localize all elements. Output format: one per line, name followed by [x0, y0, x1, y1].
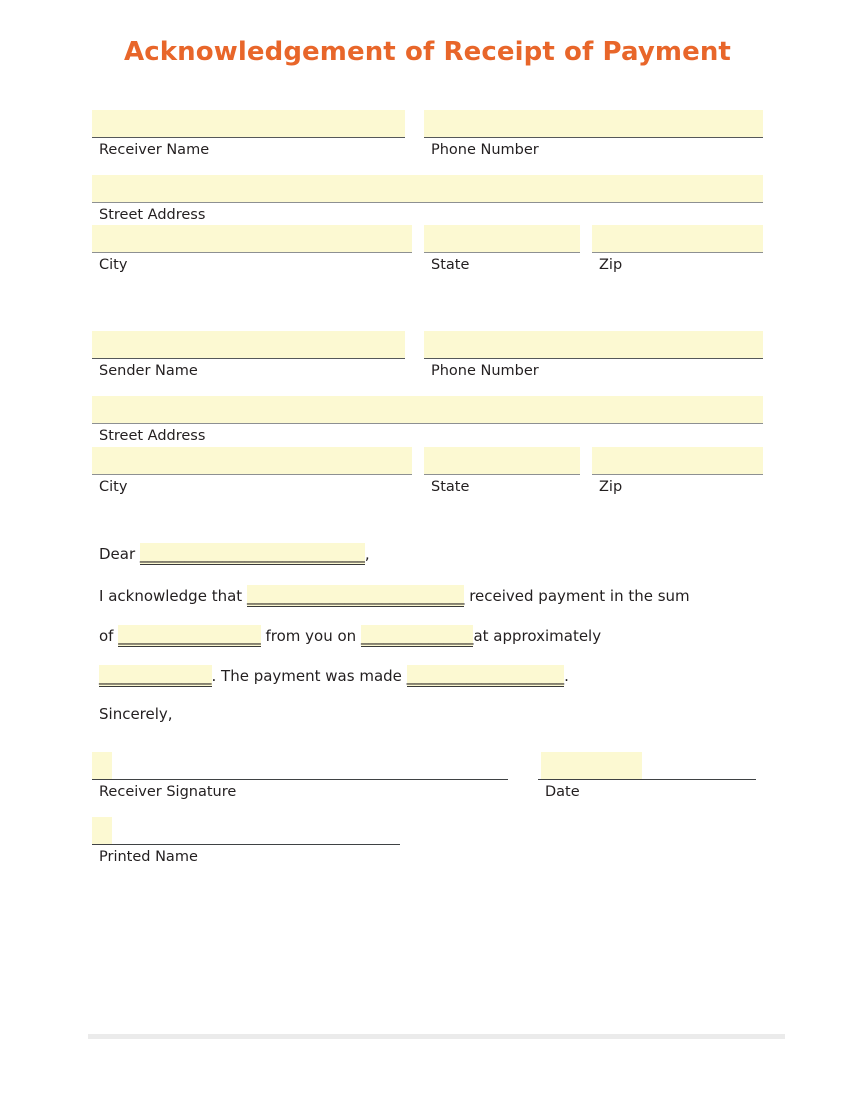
receiver-signature-label: Receiver Signature: [99, 784, 237, 800]
sender-state-label: State: [431, 479, 470, 495]
method-mid: . The payment was made: [211, 667, 407, 685]
receiver-phone-input[interactable]: [424, 110, 763, 137]
sender-zip-input[interactable]: [592, 447, 763, 474]
acknowledge-prefix: I acknowledge that: [99, 587, 247, 605]
acknowledge-suffix: received payment in the sum: [464, 587, 690, 605]
sender-city-rule: [92, 474, 412, 475]
body-line-method: _______________. The payment was made __…: [99, 665, 569, 687]
body-line-salutation: Dear ______________________________,: [99, 543, 370, 565]
receiver-zip-label: Zip: [599, 257, 623, 273]
acknowledge-party-blank-input[interactable]: _____________________________: [246, 585, 465, 607]
receiver-street-label: Street Address: [99, 207, 206, 223]
printed-name-rule: [92, 844, 400, 845]
receiver-signature-rule: [92, 779, 508, 780]
salutation-blank-input[interactable]: ______________________________: [139, 543, 365, 565]
printed-name-input[interactable]: [92, 817, 112, 844]
receiver-city-rule: [92, 252, 412, 253]
page-title: Acknowledgement of Receipt of Payment: [124, 37, 731, 67]
receiver-city-label: City: [99, 257, 128, 273]
sender-state-rule: [424, 474, 580, 475]
body-line-amount: of ___________________ from you on _____…: [99, 625, 602, 647]
amount-mid: from you on: [260, 627, 361, 645]
printed-name-label: Printed Name: [99, 849, 198, 865]
receiver-state-label: State: [431, 257, 470, 273]
receiver-street-input[interactable]: [92, 175, 763, 202]
footer-divider: [88, 1034, 785, 1039]
method-suffix: .: [564, 667, 569, 685]
sender-city-label: City: [99, 479, 128, 495]
receiver-phone-label: Phone Number: [431, 142, 539, 158]
sender-phone-rule: [424, 358, 763, 359]
body-line-acknowledge: I acknowledge that _____________________…: [99, 585, 690, 607]
receiver-signature-input[interactable]: [92, 752, 112, 779]
receiver-street-rule: [92, 202, 763, 203]
receiver-name-label: Receiver Name: [99, 142, 210, 158]
receiver-name-rule: [92, 137, 405, 138]
closing-salutation: Sincerely,: [99, 705, 173, 723]
sender-zip-label: Zip: [599, 479, 623, 495]
payment-method-blank-input[interactable]: _____________________: [406, 665, 565, 687]
receiver-zip-input[interactable]: [592, 225, 763, 252]
sender-phone-label: Phone Number: [431, 363, 539, 379]
date-input[interactable]: [541, 752, 642, 779]
salutation-prefix: Dear: [99, 545, 140, 563]
amount-suffix: at approximately: [473, 627, 602, 645]
payment-time-blank-input[interactable]: _______________: [99, 665, 212, 687]
receiver-state-rule: [424, 252, 580, 253]
sender-name-rule: [92, 358, 405, 359]
receiver-state-input[interactable]: [424, 225, 580, 252]
receiver-city-input[interactable]: [92, 225, 412, 252]
date-label: Date: [545, 784, 580, 800]
sender-street-label: Street Address: [99, 428, 206, 444]
salutation-suffix: ,: [364, 545, 370, 563]
payment-date-blank-input[interactable]: _______________: [360, 625, 474, 647]
sender-name-input[interactable]: [92, 331, 405, 358]
amount-blank-input[interactable]: ___________________: [118, 625, 261, 647]
sender-state-input[interactable]: [424, 447, 580, 474]
receiver-zip-rule: [592, 252, 763, 253]
sender-street-input[interactable]: [92, 396, 763, 423]
sender-name-label: Sender Name: [99, 363, 198, 379]
sender-city-input[interactable]: [92, 447, 412, 474]
sender-zip-rule: [592, 474, 763, 475]
receiver-phone-rule: [424, 137, 763, 138]
receiver-name-input[interactable]: [92, 110, 405, 137]
sender-phone-input[interactable]: [424, 331, 763, 358]
date-rule: [538, 779, 756, 780]
document-page: Acknowledgement of Receipt of Payment Re…: [0, 0, 850, 1099]
sender-street-rule: [92, 423, 763, 424]
amount-prefix: of: [99, 627, 119, 645]
